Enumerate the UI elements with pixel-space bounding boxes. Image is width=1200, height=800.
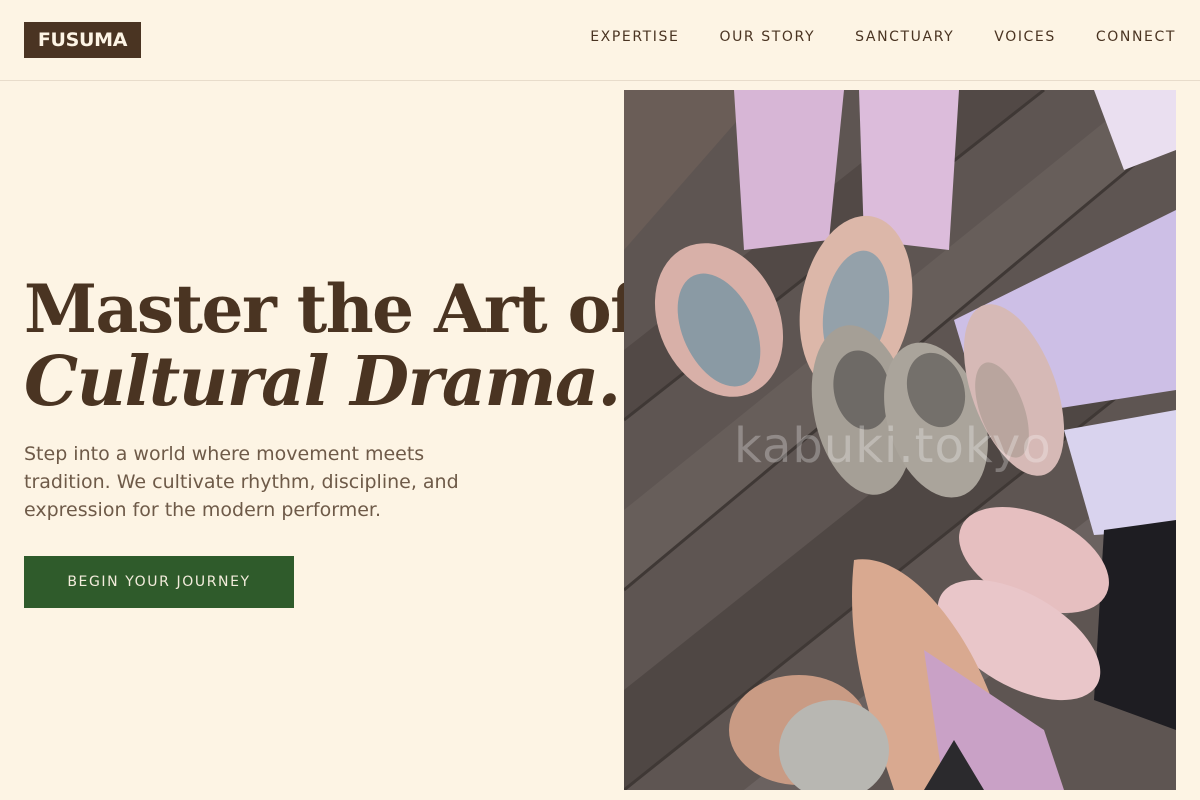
nav-link-voices[interactable]: VOICES xyxy=(994,29,1056,45)
nav-link-sanctuary[interactable]: SANCTUARY xyxy=(855,29,954,45)
hero-title-line1: Master the Art of xyxy=(24,270,639,348)
nav-link-our-story[interactable]: OUR STORY xyxy=(719,29,815,45)
begin-journey-button[interactable]: BEGIN YOUR JOURNEY xyxy=(24,556,294,608)
hero-title-line2: Cultural Drama. xyxy=(24,342,621,422)
brand-logo[interactable]: FUSUMA xyxy=(24,22,141,58)
image-watermark: kabuki.tokyo xyxy=(734,418,1052,474)
hero-description: Step into a world where movement meets t… xyxy=(24,443,459,521)
hero-image: kabuki.tokyo xyxy=(624,90,1176,790)
nav-link-expertise[interactable]: EXPERTISE xyxy=(590,29,679,45)
hero-title: Master the Art of Cultural Drama. xyxy=(24,270,639,422)
main-nav: EXPERTISE OUR STORY SANCTUARY VOICES CON… xyxy=(590,29,1176,45)
site-header: FUSUMA EXPERTISE OUR STORY SANCTUARY VOI… xyxy=(0,0,1200,81)
nav-link-connect[interactable]: CONNECT xyxy=(1096,29,1176,45)
